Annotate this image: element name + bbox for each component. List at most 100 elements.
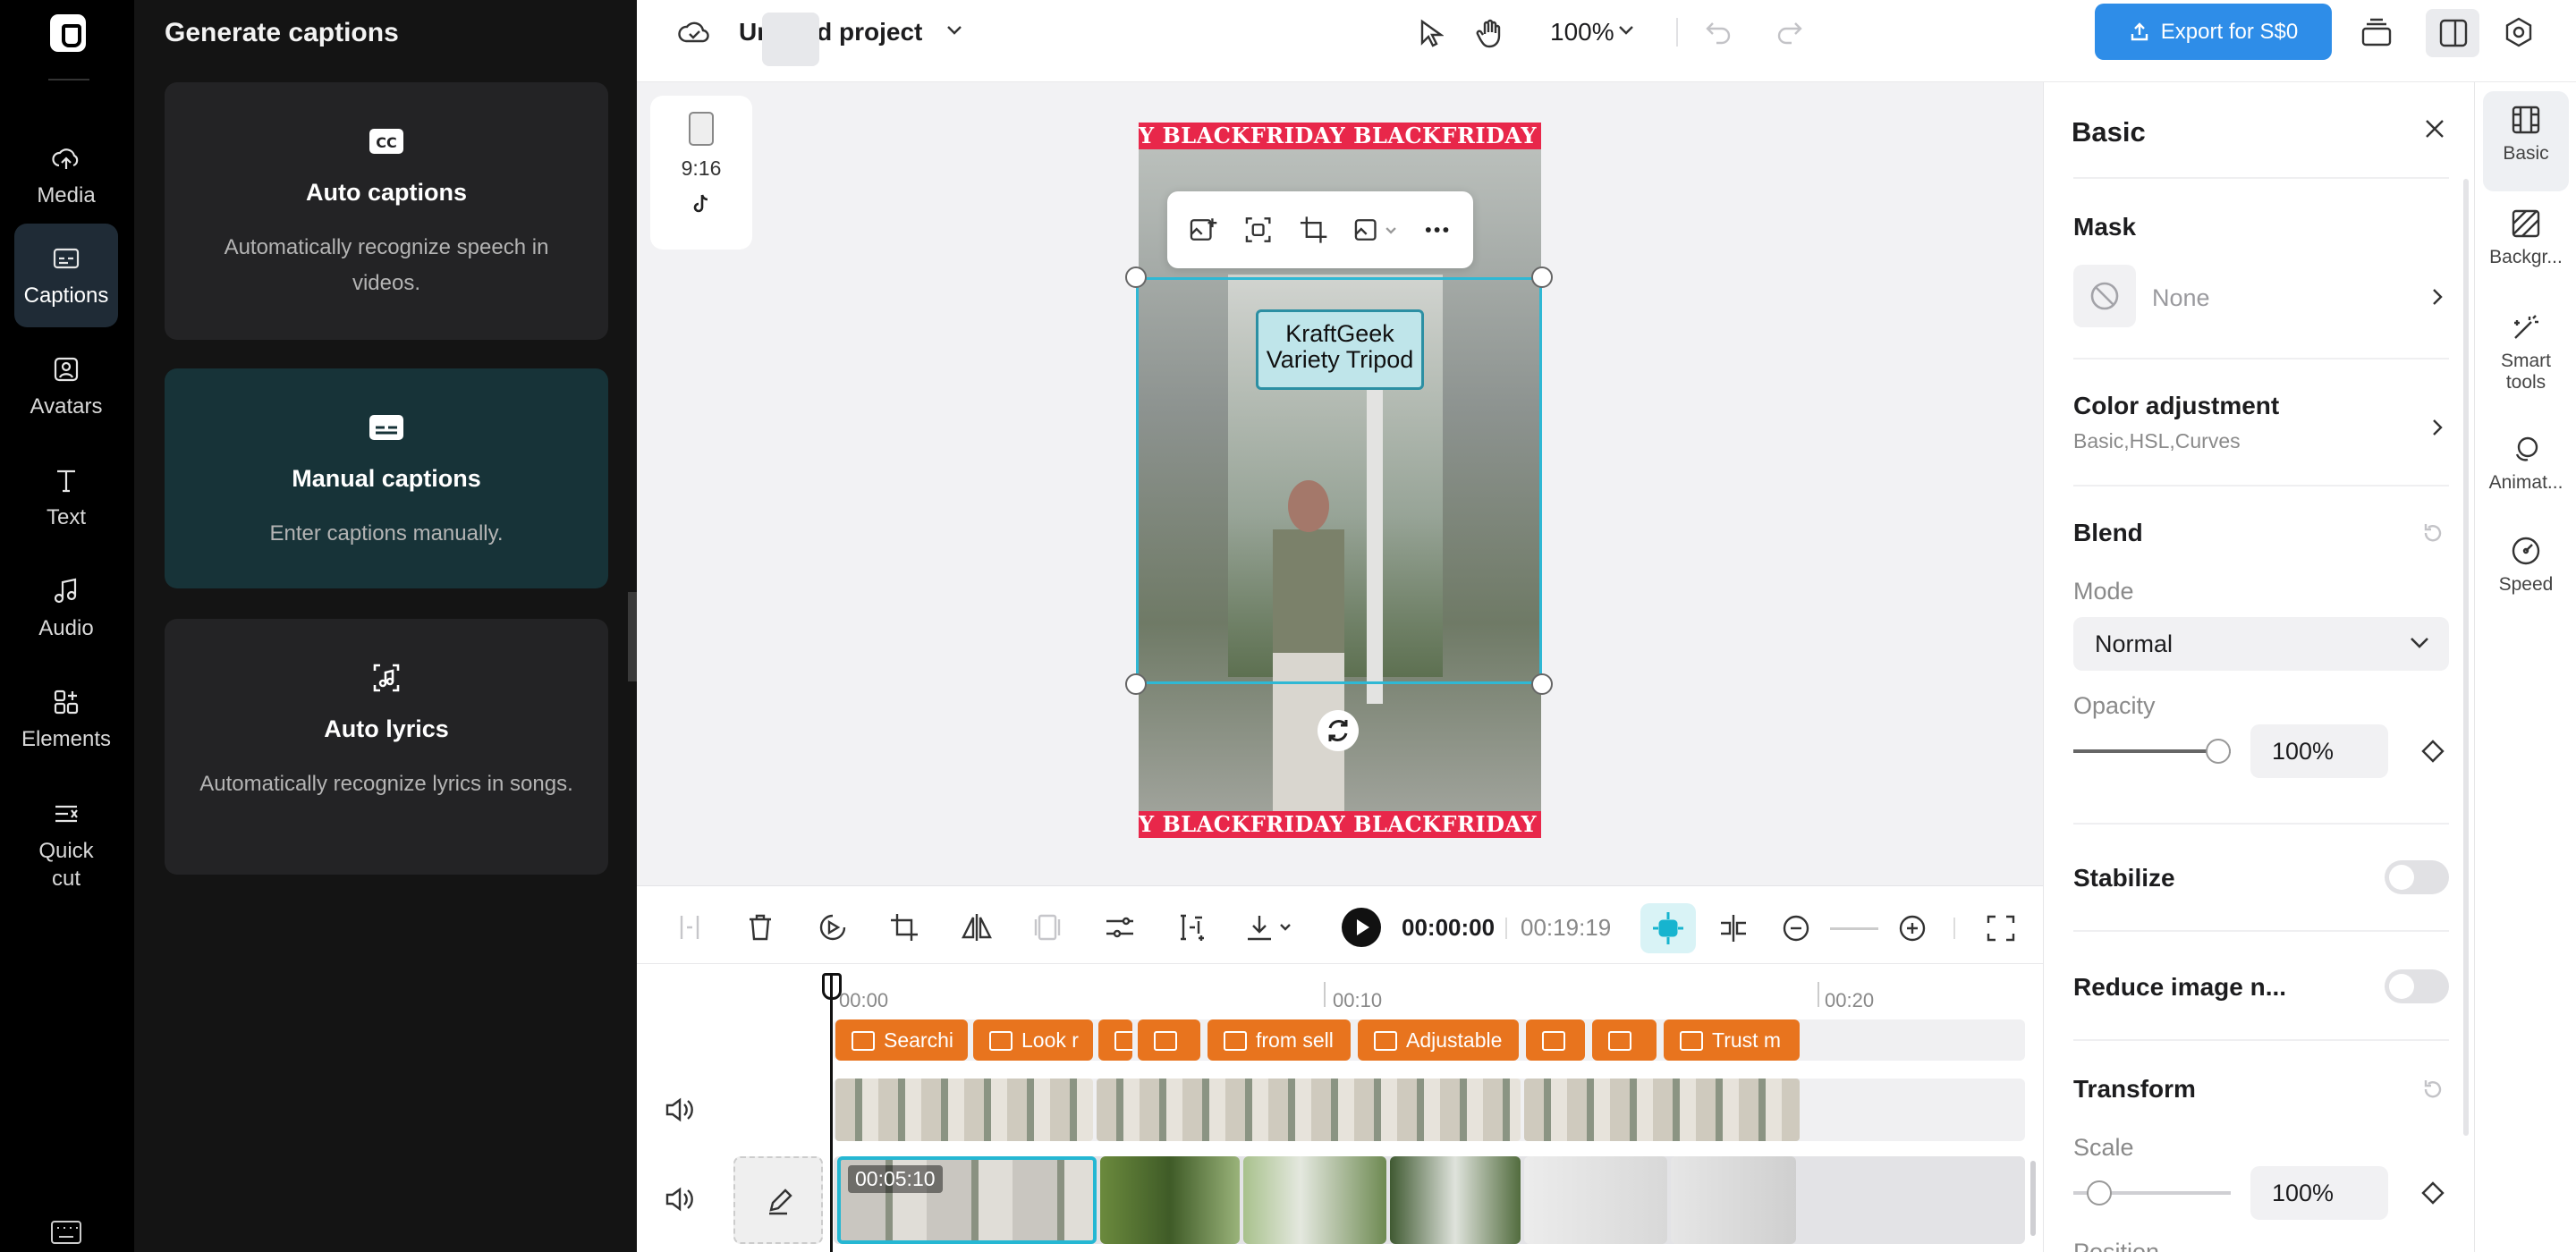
reset-icon[interactable]	[2420, 1077, 2445, 1102]
undo-icon[interactable]	[1705, 18, 1733, 45]
caption-chip[interactable]: Look r	[973, 1019, 1093, 1061]
resize-handle-bl[interactable]	[1125, 673, 1147, 695]
zoom-slider[interactable]	[1830, 927, 1878, 930]
more-image-options-icon[interactable]	[1353, 215, 1397, 245]
color-adjustment-label[interactable]: Color adjustment	[2073, 392, 2279, 420]
stabilize-toggle[interactable]	[2385, 860, 2449, 894]
opacity-knob[interactable]	[2206, 739, 2231, 764]
crop-icon[interactable]	[1299, 215, 1328, 245]
scale-knob[interactable]	[2086, 1180, 2112, 1205]
caption-chip[interactable]: Searchi	[835, 1019, 968, 1061]
resize-handle-tr[interactable]	[1531, 266, 1553, 288]
chevron-down-icon[interactable]	[1617, 23, 1635, 38]
auto-lyrics-card[interactable]: Auto lyrics Automatically recognize lyri…	[165, 619, 608, 875]
caption-chip[interactable]: from sell	[1208, 1019, 1351, 1061]
tab-smart-tools[interactable]: Smart tools	[2483, 299, 2569, 415]
video-clip[interactable]	[1390, 1156, 1521, 1244]
download-icon[interactable]	[1245, 912, 1295, 943]
crop-tl-icon[interactable]	[889, 912, 919, 943]
magnet-snap-button[interactable]	[1640, 903, 1696, 953]
reset-icon[interactable]	[2420, 520, 2445, 546]
rail-item-elements[interactable]: Elements	[14, 667, 118, 771]
caption-chip[interactable]: Trust m	[1664, 1019, 1800, 1061]
chevron-right-icon[interactable]	[2429, 417, 2445, 438]
caption-chip[interactable]	[1138, 1019, 1200, 1061]
selection-frame[interactable]	[1136, 277, 1542, 684]
zoom-level[interactable]: 100%	[1550, 18, 1614, 47]
hand-icon[interactable]	[1476, 16, 1506, 50]
close-icon[interactable]	[2422, 116, 2447, 141]
selected-video-clip[interactable]: 00:05:10	[837, 1156, 1097, 1244]
keyboard-icon[interactable]	[50, 1220, 82, 1245]
panel-scrollbar[interactable]	[2463, 179, 2469, 1136]
timeline-scrollbar[interactable]	[2030, 1161, 2036, 1236]
freeze-icon[interactable]	[1032, 912, 1063, 943]
blend-mode-select[interactable]: Normal	[2073, 617, 2449, 671]
opacity-input[interactable]: 100%	[2250, 724, 2388, 778]
auto-captions-card[interactable]: CC Auto captions Automatically recognize…	[165, 82, 608, 340]
rail-item-quick-cut[interactable]: Quick cut	[14, 787, 118, 903]
caption-chip[interactable]	[1526, 1019, 1585, 1061]
rail-item-text[interactable]: Text	[14, 445, 118, 549]
caption-chip[interactable]	[1592, 1019, 1657, 1061]
chevron-down-icon[interactable]	[945, 23, 964, 38]
split-add-icon[interactable]	[1177, 912, 1208, 943]
resize-handle-br[interactable]	[1531, 673, 1553, 695]
app-logo-icon[interactable]	[50, 14, 86, 52]
keyframe-diamond-icon[interactable]	[2420, 739, 2445, 764]
mask-preview[interactable]	[2073, 265, 2136, 327]
play-button[interactable]	[1342, 908, 1381, 947]
delete-icon[interactable]	[746, 912, 775, 943]
chevron-right-icon[interactable]	[2429, 286, 2445, 308]
speed-play-icon[interactable]	[818, 912, 848, 943]
caption-chip[interactable]: Adjustable	[1358, 1019, 1519, 1061]
fullscreen-icon[interactable]	[1986, 914, 2016, 943]
panel-title: Generate captions	[165, 18, 399, 47]
caption-chip[interactable]	[1098, 1019, 1132, 1061]
audio-clip[interactable]	[1524, 1079, 1800, 1141]
split-icon[interactable]	[1717, 912, 1750, 944]
stack-icon[interactable]	[2360, 18, 2394, 48]
playhead[interactable]	[830, 975, 833, 1252]
export-icon	[2131, 21, 2148, 40]
audio-clip[interactable]	[835, 1079, 1093, 1141]
keyframe-diamond-icon[interactable]	[2420, 1180, 2445, 1205]
tab-background[interactable]: Backgr...	[2483, 195, 2569, 295]
cover-edit-button[interactable]	[733, 1156, 823, 1244]
rail-item-media[interactable]: Media	[14, 123, 118, 227]
resize-handle-tl[interactable]	[1125, 266, 1147, 288]
zoom-in-icon[interactable]	[1898, 914, 1927, 943]
video-clip[interactable]	[1243, 1156, 1386, 1244]
ratio-selector[interactable]: 9:16	[650, 96, 752, 250]
video-clip[interactable]	[1524, 1156, 1667, 1244]
scale-input[interactable]: 100%	[2250, 1166, 2388, 1220]
more-icon[interactable]	[1422, 215, 1452, 245]
export-button[interactable]: Export for S$0	[2095, 4, 2332, 60]
rail-item-avatars[interactable]: Avatars	[14, 334, 118, 438]
replace-image-icon[interactable]	[1189, 215, 1218, 245]
redo-icon[interactable]	[1775, 18, 1803, 45]
tab-label: Backgr...	[2489, 247, 2563, 267]
rotate-button[interactable]	[1318, 710, 1359, 751]
rail-item-audio[interactable]: Audio	[14, 556, 118, 660]
adjust-icon[interactable]	[1104, 912, 1136, 943]
tab-basic[interactable]: Basic	[2483, 91, 2569, 191]
remove-bg-icon[interactable]	[1243, 215, 1273, 245]
cloud-icon[interactable]	[676, 18, 712, 47]
video-clip[interactable]	[1671, 1156, 1796, 1244]
main-track-speaker-icon[interactable]	[664, 1186, 694, 1213]
mask-value[interactable]: None	[2152, 284, 2210, 312]
video-clip[interactable]	[1100, 1156, 1240, 1244]
rail-item-captions[interactable]: Captions	[14, 224, 118, 327]
manual-captions-card[interactable]: Manual captions Enter captions manually.	[165, 368, 608, 588]
flip-icon[interactable]	[961, 912, 993, 943]
audio-clip[interactable]	[1097, 1079, 1521, 1141]
select-tool-button[interactable]	[762, 13, 819, 66]
reduce-noise-toggle[interactable]	[2385, 969, 2449, 1003]
audio-track-speaker-icon[interactable]	[664, 1096, 694, 1123]
tab-animation[interactable]: Animat...	[2483, 420, 2569, 520]
split-start-icon[interactable]	[676, 912, 703, 943]
zoom-out-icon[interactable]	[1782, 914, 1810, 943]
tab-speed[interactable]: Speed	[2483, 522, 2569, 622]
settings-hex-icon[interactable]	[2503, 16, 2535, 48]
